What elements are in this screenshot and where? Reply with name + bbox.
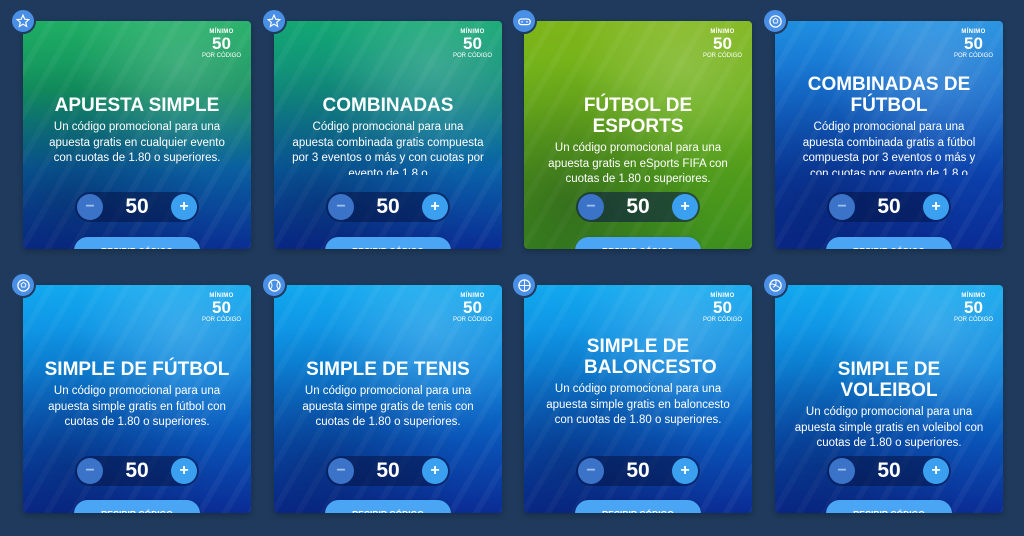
minimum-value: 50 <box>212 298 231 317</box>
card-description: Un código promocional para una apuesta s… <box>794 406 984 449</box>
receive-code-button[interactable]: RECIBIR CÓDIGO <box>826 500 952 513</box>
increase-button[interactable]: + <box>170 458 197 484</box>
minimum-value: 50 <box>212 34 231 53</box>
minimum-sub-label: POR CÓDIGO <box>452 53 492 59</box>
minimum-value: 50 <box>463 34 482 53</box>
minimum-box: MÍNIMO 50 POR CÓDIGO <box>954 29 993 59</box>
receive-code-button[interactable]: RECIBIR CÓDIGO <box>575 237 701 249</box>
promo-grid: MÍNIMO 50 POR CÓDIGO APUESTA SIMPLE Un c… <box>0 0 1024 536</box>
increase-button[interactable]: + <box>421 194 448 220</box>
minimum-box: MÍNIMO 50 POR CÓDIGO <box>453 29 492 59</box>
increase-button[interactable]: + <box>922 458 949 484</box>
card-description: Un código promocional para una apuesta g… <box>49 121 225 164</box>
decrease-button[interactable]: − <box>829 194 855 220</box>
amount-value: 50 <box>125 195 149 218</box>
card-title: SIMPLE DE FÚTBOL <box>44 359 230 380</box>
minimum-box: MÍNIMO 50 POR CÓDIGO <box>453 293 492 323</box>
decrease-button[interactable]: − <box>328 458 354 484</box>
minimum-value: 50 <box>463 298 482 317</box>
minimum-box: MÍNIMO 50 POR CÓDIGO <box>703 293 742 323</box>
receive-code-button[interactable]: RECIBIR CÓDIGO <box>74 500 200 513</box>
soccer-ball-icon <box>762 8 788 34</box>
promo-card-simple-tenis: MÍNIMO 50 POR CÓDIGO SIMPLE DE TENIS Un … <box>274 285 502 513</box>
minimum-sub-label: POR CÓDIGO <box>953 317 993 323</box>
increase-button[interactable]: + <box>671 194 698 220</box>
amount-value: 50 <box>125 459 149 482</box>
minimum-sub-label: POR CÓDIGO <box>201 53 241 59</box>
minimum-value: 50 <box>964 298 983 317</box>
decrease-button[interactable]: − <box>77 194 103 220</box>
receive-code-button[interactable]: RECIBIR CÓDIGO <box>575 500 701 513</box>
decrease-button[interactable]: − <box>578 458 604 484</box>
star-icon <box>261 8 287 34</box>
increase-button[interactable]: + <box>421 458 448 484</box>
card-title: SIMPLE DE BALONCESTO <box>584 336 717 378</box>
amount-stepper: − 50 + <box>75 456 199 486</box>
amount-value: 50 <box>877 459 901 482</box>
card-description: Código promocional para una apuesta comb… <box>292 121 484 175</box>
promo-card-apuesta-simple: MÍNIMO 50 POR CÓDIGO APUESTA SIMPLE Un c… <box>23 21 251 249</box>
amount-value: 50 <box>376 195 400 218</box>
promo-card-combinadas-futbol: MÍNIMO 50 POR CÓDIGO COMBINADAS DE FÚTBO… <box>775 21 1003 249</box>
minimum-box: MÍNIMO 50 POR CÓDIGO <box>954 293 993 323</box>
minimum-sub-label: POR CÓDIGO <box>201 317 241 323</box>
card-title: APUESTA SIMPLE <box>54 95 220 116</box>
receive-code-button[interactable]: RECIBIR CÓDIGO <box>826 237 952 249</box>
receive-code-button[interactable]: RECIBIR CÓDIGO <box>74 237 200 249</box>
minimum-sub-label: POR CÓDIGO <box>702 53 742 59</box>
volleyball-icon <box>762 272 788 298</box>
receive-code-button[interactable]: RECIBIR CÓDIGO <box>325 500 451 513</box>
amount-stepper: − 50 + <box>576 456 700 486</box>
card-title: SIMPLE DE VOLEIBOL <box>837 359 941 401</box>
amount-value: 50 <box>626 195 650 218</box>
star-icon <box>10 8 36 34</box>
card-description: Un código promocional para una apuesta g… <box>548 142 728 185</box>
card-description: Un código promocional para una apuesta s… <box>546 383 730 426</box>
soccer-ball-icon <box>10 272 36 298</box>
decrease-button[interactable]: − <box>829 458 855 484</box>
amount-stepper: − 50 + <box>326 456 450 486</box>
minimum-value: 50 <box>713 298 732 317</box>
decrease-button[interactable]: − <box>328 194 354 220</box>
amount-stepper: − 50 + <box>75 192 199 222</box>
amount-stepper: − 50 + <box>326 192 450 222</box>
minimum-box: MÍNIMO 50 POR CÓDIGO <box>202 293 241 323</box>
card-description: Código promocional para una apuesta comb… <box>802 121 976 175</box>
promo-card-futbol-esports: MÍNIMO 50 POR CÓDIGO FÚTBOL DE ESPORTS U… <box>524 21 752 249</box>
card-description: Un código promocional para una apuesta s… <box>48 385 226 428</box>
amount-value: 50 <box>626 459 650 482</box>
minimum-box: MÍNIMO 50 POR CÓDIGO <box>202 29 241 59</box>
minimum-sub-label: POR CÓDIGO <box>452 317 492 323</box>
promo-card-combinadas: MÍNIMO 50 POR CÓDIGO COMBINADAS Código p… <box>274 21 502 249</box>
amount-value: 50 <box>877 195 901 218</box>
card-title: SIMPLE DE TENIS <box>306 359 470 380</box>
amount-stepper: − 50 + <box>576 192 700 222</box>
amount-stepper: − 50 + <box>827 456 951 486</box>
decrease-button[interactable]: − <box>578 194 604 220</box>
promo-card-simple-baloncesto: MÍNIMO 50 POR CÓDIGO SIMPLE DE BALONCEST… <box>524 285 752 513</box>
increase-button[interactable]: + <box>170 194 197 220</box>
card-description: Un código promocional para una apuesta s… <box>302 385 474 428</box>
tennis-ball-icon <box>261 272 287 298</box>
minimum-value: 50 <box>964 34 983 53</box>
minimum-sub-label: POR CÓDIGO <box>702 317 742 323</box>
minimum-box: MÍNIMO 50 POR CÓDIGO <box>703 29 742 59</box>
esports-icon <box>511 8 537 34</box>
promo-card-simple-futbol: MÍNIMO 50 POR CÓDIGO SIMPLE DE FÚTBOL Un… <box>23 285 251 513</box>
card-title: COMBINADAS DE FÚTBOL <box>807 74 971 116</box>
receive-code-button[interactable]: RECIBIR CÓDIGO <box>325 237 451 249</box>
basketball-icon <box>511 272 537 298</box>
amount-value: 50 <box>376 459 400 482</box>
card-title: COMBINADAS <box>322 95 454 116</box>
decrease-button[interactable]: − <box>77 458 103 484</box>
minimum-sub-label: POR CÓDIGO <box>953 53 993 59</box>
minimum-value: 50 <box>713 34 732 53</box>
increase-button[interactable]: + <box>671 458 698 484</box>
increase-button[interactable]: + <box>922 194 949 220</box>
card-title: FÚTBOL DE ESPORTS <box>583 95 693 137</box>
promo-card-simple-voleibol: MÍNIMO 50 POR CÓDIGO SIMPLE DE VOLEIBOL … <box>775 285 1003 513</box>
amount-stepper: − 50 + <box>827 192 951 222</box>
